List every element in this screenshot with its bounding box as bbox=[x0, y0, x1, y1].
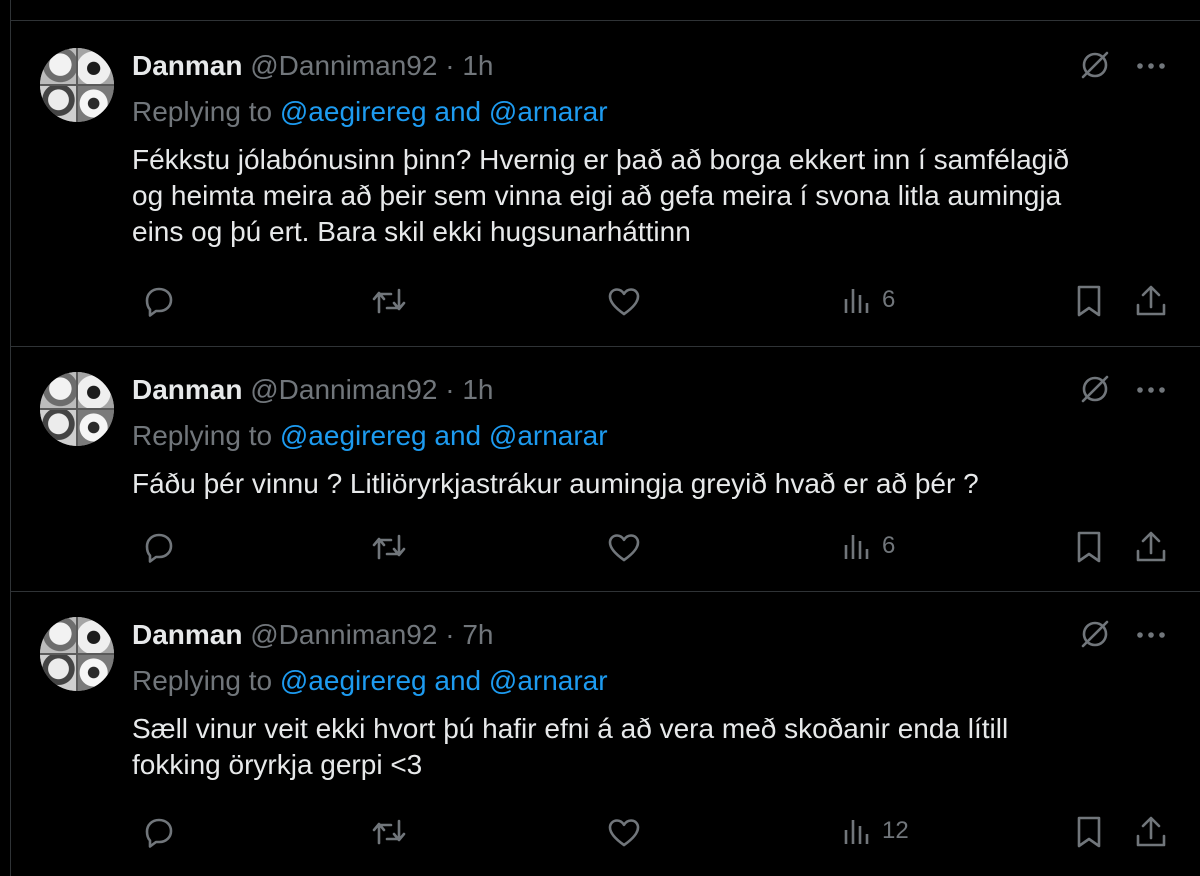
views-icon bbox=[844, 289, 869, 313]
tweet-text-line: eins og þú ert. Bara skil ekki hugsunarh… bbox=[132, 216, 691, 247]
more-icon[interactable] bbox=[1134, 376, 1168, 404]
timestamp[interactable]: 7h bbox=[462, 619, 493, 650]
views-icon bbox=[844, 535, 869, 559]
like-icon[interactable] bbox=[606, 530, 642, 564]
reply-icon[interactable] bbox=[142, 815, 176, 849]
replying-label: Replying to bbox=[132, 420, 273, 451]
mention-link[interactable]: @aegirereg bbox=[280, 96, 427, 127]
divider bbox=[10, 20, 1200, 21]
user-handle[interactable]: @Danniman92 bbox=[250, 374, 437, 405]
user-handle[interactable]: @Danniman92 bbox=[250, 619, 437, 650]
separator: · bbox=[445, 374, 455, 405]
avatar[interactable] bbox=[40, 48, 114, 122]
tweet-text-line: Fékkstu jólabónusinn þinn? Hvernig er þa… bbox=[132, 144, 1070, 175]
more-icon[interactable] bbox=[1134, 52, 1168, 80]
bookmark-icon[interactable] bbox=[1074, 284, 1104, 318]
like-icon[interactable] bbox=[606, 815, 642, 849]
grok-icon[interactable] bbox=[1078, 617, 1112, 651]
display-name[interactable]: Danman bbox=[132, 50, 242, 81]
views-stat[interactable]: 12 bbox=[842, 816, 909, 846]
replying-label: Replying to bbox=[132, 96, 273, 127]
retweet-icon[interactable] bbox=[370, 815, 408, 849]
share-icon[interactable] bbox=[1134, 530, 1168, 564]
views-count: 12 bbox=[882, 817, 909, 844]
divider bbox=[10, 591, 1200, 592]
views-count: 6 bbox=[882, 286, 896, 313]
separator: · bbox=[445, 619, 455, 650]
avatar[interactable] bbox=[40, 372, 114, 446]
avatar[interactable] bbox=[40, 617, 114, 691]
bookmark-icon[interactable] bbox=[1074, 530, 1104, 564]
display-name[interactable]: Danman bbox=[132, 374, 242, 405]
views-stat[interactable]: 6 bbox=[842, 531, 895, 561]
mention-link[interactable]: @aegirereg bbox=[280, 665, 427, 696]
share-icon[interactable] bbox=[1134, 815, 1168, 849]
tweet-header: Danman @Danniman92 · 1h bbox=[132, 373, 494, 407]
tweet-header: Danman @Danniman92 · 7h bbox=[132, 618, 494, 652]
mention-link[interactable]: @arnarar bbox=[489, 96, 608, 127]
views-icon bbox=[844, 820, 869, 844]
grok-icon[interactable] bbox=[1078, 48, 1112, 82]
tweet-text: Sæll vinur veit ekki hvort þú hafir efni… bbox=[132, 711, 1152, 783]
tweet-text-line: Sæll vinur veit ekki hvort þú hafir efni… bbox=[132, 713, 1009, 744]
share-icon[interactable] bbox=[1134, 284, 1168, 318]
timestamp[interactable]: 1h bbox=[462, 50, 493, 81]
views-count: 6 bbox=[882, 532, 896, 559]
tweet-text-line: og heimta meira að þeir sem vinna eigi a… bbox=[132, 180, 1062, 211]
display-name[interactable]: Danman bbox=[132, 619, 242, 650]
timestamp[interactable]: 1h bbox=[462, 374, 493, 405]
mention-and[interactable]: and bbox=[434, 665, 481, 696]
user-handle[interactable]: @Danniman92 bbox=[250, 50, 437, 81]
tweet-text: Fékkstu jólabónusinn þinn? Hvernig er þa… bbox=[132, 142, 1152, 250]
replying-to: Replying to @aegirereg and @arnarar bbox=[132, 95, 608, 129]
separator: · bbox=[445, 50, 455, 81]
grok-icon[interactable] bbox=[1078, 372, 1112, 406]
mention-link[interactable]: @aegirereg bbox=[280, 420, 427, 451]
mention-and[interactable]: and bbox=[434, 420, 481, 451]
retweet-icon[interactable] bbox=[370, 530, 408, 564]
views-stat[interactable]: 6 bbox=[842, 285, 895, 315]
like-icon[interactable] bbox=[606, 284, 642, 318]
reply-icon[interactable] bbox=[142, 530, 176, 564]
bookmark-icon[interactable] bbox=[1074, 815, 1104, 849]
reply-icon[interactable] bbox=[142, 284, 176, 318]
retweet-icon[interactable] bbox=[370, 284, 408, 318]
mention-and[interactable]: and bbox=[434, 96, 481, 127]
divider bbox=[10, 346, 1200, 347]
more-icon[interactable] bbox=[1134, 621, 1168, 649]
tweet-text-line: fokking öryrkja gerpi <3 bbox=[132, 749, 423, 780]
replying-label: Replying to bbox=[132, 665, 273, 696]
mention-link[interactable]: @arnarar bbox=[489, 665, 608, 696]
tweet-text-line: Fáðu þér vinnu ? Litliöryrkjastrákur aum… bbox=[132, 468, 979, 499]
replying-to: Replying to @aegirereg and @arnarar bbox=[132, 664, 608, 698]
tweet-header: Danman @Danniman92 · 1h bbox=[132, 49, 494, 83]
replying-to: Replying to @aegirereg and @arnarar bbox=[132, 419, 608, 453]
tweet-text: Fáðu þér vinnu ? Litliöryrkjastrákur aum… bbox=[132, 466, 1152, 502]
mention-link[interactable]: @arnarar bbox=[489, 420, 608, 451]
